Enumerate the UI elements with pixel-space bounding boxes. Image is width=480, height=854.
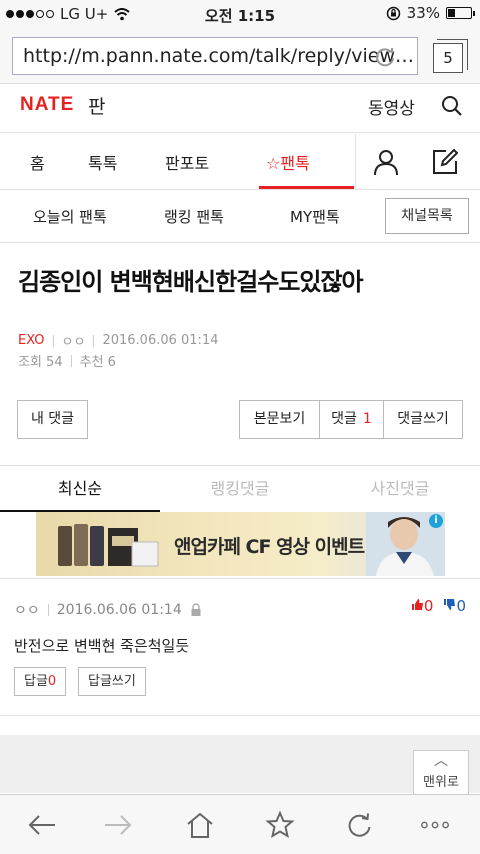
url-field[interactable]: http://m.pann.nate.com/talk/reply/view…	[12, 37, 418, 75]
comment-body: 반전으로 변백현 죽은척일듯	[14, 637, 190, 655]
reply-count: 0	[47, 674, 57, 689]
lock-icon	[191, 603, 201, 616]
tab-photo[interactable]: 사진댓글	[320, 466, 480, 512]
browser-bar: http://m.pann.nate.com/talk/reply/view… …	[0, 28, 480, 84]
ad-text: 앤업카페 CF 영상 이벤트	[174, 536, 365, 558]
vote-up-button[interactable]: 0	[411, 597, 434, 615]
ad-product-image	[58, 524, 159, 567]
comment-item: ㅇㅇ 2016.06.06 01:14 0 0 반전으로 변백현 죽은척일듯 답…	[0, 578, 480, 716]
article-date: 2016.06.06 01:14	[102, 333, 219, 348]
article-category[interactable]: EXO	[18, 333, 45, 348]
comments-count: 1	[362, 411, 372, 427]
active-tab-indicator	[259, 186, 354, 189]
nav-toktok[interactable]: 톡톡	[88, 150, 117, 174]
vote-up-count: 0	[423, 597, 434, 615]
search-icon[interactable]	[441, 95, 463, 117]
bookmark-star-icon[interactable]	[265, 811, 295, 839]
home-icon[interactable]	[185, 811, 215, 839]
browser-toolbar	[0, 794, 480, 854]
ad-info-icon[interactable]: i	[429, 514, 443, 528]
article-stats: 조회 54 추천 6	[18, 351, 116, 370]
battery-icon	[446, 7, 475, 19]
scroll-top-button[interactable]: ︿ 맨위로	[413, 750, 469, 794]
rotation-lock-icon	[386, 6, 400, 20]
view-original-button[interactable]: 본문보기	[239, 400, 320, 439]
more-icon[interactable]	[420, 811, 450, 839]
chevron-up-icon: ︿	[434, 753, 448, 769]
comment-date: 2016.06.06 01:14	[56, 602, 182, 618]
channel-list-button[interactable]: 채널목록	[385, 198, 469, 234]
main-nav: 홈 톡톡 판포토 ☆팬톡	[0, 134, 480, 190]
comment-author: ㅇㅇ	[14, 603, 40, 619]
reply-label: 답글	[24, 674, 48, 689]
ad-banner[interactable]: 앤업카페 CF 영상 이벤트 i	[36, 512, 445, 576]
sub-nav: 오늘의 팬톡 랭킹 팬톡 MY팬톡 채널목록	[0, 191, 480, 243]
user-icon[interactable]	[372, 148, 400, 176]
article-recommends: 추천 6	[79, 355, 116, 370]
article-author: ㅇㅇ	[61, 335, 86, 350]
back-icon[interactable]	[27, 811, 57, 839]
article-meta: EXO ㅇㅇ 2016.06.06 01:14	[18, 331, 218, 350]
refresh-icon[interactable]	[345, 811, 375, 839]
nav-divider	[355, 134, 356, 190]
reload-icon[interactable]	[374, 46, 396, 68]
sub-nav-today[interactable]: 오늘의 팬톡	[33, 206, 107, 227]
article-title: 김종인이 변백현배신한걸수도있잖아	[18, 268, 364, 296]
comment-tabs: 최신순 랭킹댓글 사진댓글	[0, 465, 480, 512]
nav-panphoto[interactable]: 판포토	[165, 150, 209, 174]
tabs-button[interactable]: 5	[433, 39, 468, 73]
my-comments-button[interactable]: 내 댓글	[17, 400, 88, 439]
comments-button[interactable]: 댓글 1	[319, 400, 384, 439]
forward-icon[interactable]	[103, 811, 133, 839]
scroll-top-label: 맨위로	[423, 775, 459, 790]
sub-nav-ranking[interactable]: 랭킹 팬톡	[164, 206, 224, 227]
comments-label: 댓글	[331, 411, 357, 427]
site-header: NATE 판 동영상	[0, 85, 480, 133]
reply-button[interactable]: 답글0	[14, 667, 67, 696]
url-text: http://m.pann.nate.com/talk/reply/view…	[23, 45, 415, 67]
write-comment-button[interactable]: 댓글쓰기	[383, 400, 463, 439]
section-title[interactable]: 판	[88, 92, 105, 119]
footer-area	[0, 735, 480, 793]
edit-icon[interactable]	[430, 147, 460, 177]
status-bar: LG U+ 오전 1:15 33%	[0, 0, 480, 28]
tab-ranking[interactable]: 랭킹댓글	[160, 466, 320, 512]
video-link[interactable]: 동영상	[368, 94, 415, 119]
tab-count: 5	[443, 49, 453, 67]
tab-latest[interactable]: 최신순	[0, 466, 160, 512]
article-views: 조회 54	[18, 355, 63, 370]
write-reply-button[interactable]: 답글쓰기	[78, 667, 146, 696]
vote-down-button[interactable]: 0	[443, 597, 466, 615]
thumbs-up-icon	[411, 599, 423, 610]
vote-down-count: 0	[456, 597, 466, 615]
thumbs-down-icon	[444, 599, 456, 610]
nav-fantalk[interactable]: ☆팬톡	[266, 150, 310, 174]
battery-percent: 33%	[406, 4, 440, 22]
sub-nav-my[interactable]: MY팬톡	[290, 206, 340, 227]
nate-logo[interactable]: NATE	[20, 94, 74, 116]
nav-home[interactable]: 홈	[30, 150, 45, 174]
